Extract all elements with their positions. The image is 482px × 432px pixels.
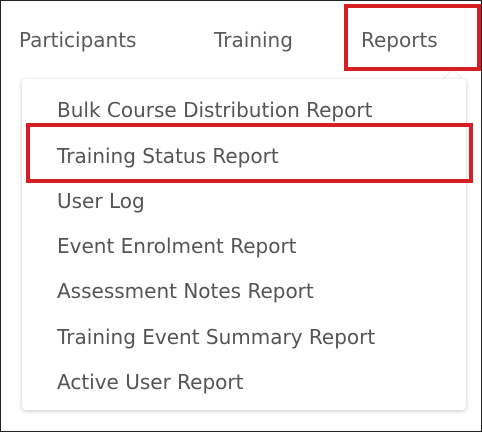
reports-highlight-box — [344, 4, 481, 71]
menu-item-event-enrolment-report[interactable]: Event Enrolment Report — [57, 231, 297, 261]
menu-item-bulk-course-distribution-report[interactable]: Bulk Course Distribution Report — [57, 95, 372, 125]
menu-item-active-user-report[interactable]: Active User Report — [57, 367, 243, 397]
menu-item-user-log[interactable]: User Log — [57, 186, 145, 216]
nav-item-participants[interactable]: Participants — [19, 26, 136, 54]
menu-item-assessment-notes-report[interactable]: Assessment Notes Report — [57, 276, 314, 306]
screenshot-frame: Participants Training Reports Bulk Cours… — [0, 0, 482, 432]
training-status-highlight-box — [26, 123, 473, 183]
nav-item-training[interactable]: Training — [214, 26, 293, 54]
dropdown-caret — [444, 70, 462, 79]
menu-item-training-event-summary-report[interactable]: Training Event Summary Report — [57, 322, 375, 352]
